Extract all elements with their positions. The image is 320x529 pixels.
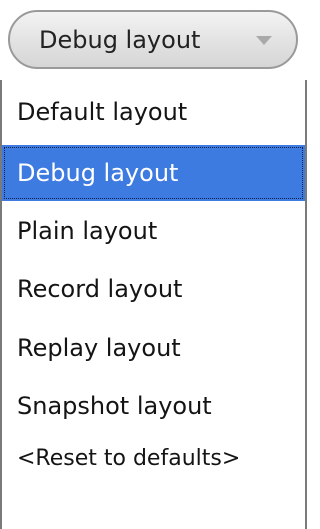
option-debug-layout[interactable]: Debug layout bbox=[2, 145, 305, 201]
chevron-down-icon[interactable] bbox=[256, 36, 272, 45]
layout-dropdown-list: Default layout Debug layout Plain layout… bbox=[0, 80, 307, 529]
option-plain-layout[interactable]: Plain layout bbox=[2, 203, 305, 259]
layout-combo-box[interactable]: Debug layout bbox=[8, 10, 298, 69]
combo-selected-label: Debug layout bbox=[39, 26, 201, 54]
option-reset-to-defaults[interactable]: <Reset to defaults> bbox=[2, 431, 305, 487]
option-replay-layout[interactable]: Replay layout bbox=[2, 320, 305, 376]
option-snapshot-layout[interactable]: Snapshot layout bbox=[2, 378, 305, 434]
option-record-layout[interactable]: Record layout bbox=[2, 261, 305, 317]
option-default-layout[interactable]: Default layout bbox=[2, 84, 305, 140]
